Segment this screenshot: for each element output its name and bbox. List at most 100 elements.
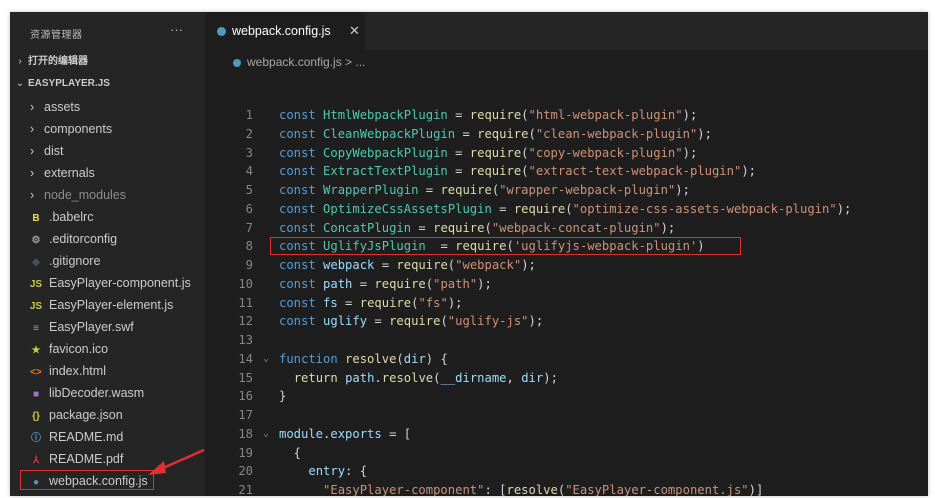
tree-item-label: README.md — [49, 430, 124, 444]
code-line: 19 { — [205, 444, 928, 463]
chevron-right-icon: › — [30, 100, 35, 114]
line-number: 13 — [238, 333, 253, 347]
fold-chevron-icon[interactable]: ⌄ — [263, 350, 269, 369]
line-number: 10 — [238, 276, 253, 291]
close-icon[interactable]: ✕ — [349, 12, 360, 50]
gear-icon: ⚙ — [31, 235, 41, 246]
highlight-box-line-8 — [270, 237, 741, 255]
code-text: const uglify = require("uglify-js"); — [279, 314, 544, 329]
code-line: 11 const fs = require("fs"); — [205, 294, 928, 313]
tree-item-dist[interactable]: › dist — [10, 140, 205, 162]
vscode-window: 资源管理器 ··· › 打开的编辑器 ⌄ EASYPLAYER.JS › assets… — [10, 12, 928, 496]
line-number: 6 — [245, 201, 253, 216]
code-line: 7 const ConcatPlugin = require("webpack-c… — [205, 219, 928, 238]
code-text: entry: { — [308, 464, 368, 479]
breadcrumb-text: webpack.config.js > ... — [247, 55, 366, 69]
wasm-icon: ■ — [32, 389, 40, 400]
line-number: 16 — [238, 389, 253, 404]
line-number: 19 — [238, 445, 253, 460]
pdf-icon: ⅄ — [32, 455, 40, 466]
code-text: const CleanWebpackPlugin = require("clea… — [279, 126, 712, 141]
line-number: 9 — [245, 258, 253, 272]
line-number: 4 — [245, 164, 253, 179]
tree-item-label: libDecoder.wasm — [49, 386, 145, 400]
code-line: 4 const ExtractTextPlugin = require("extr… — [205, 162, 928, 181]
line-number: 18 — [238, 426, 253, 441]
code-line: 6 const OptimizeCssAssetsPlugin = require… — [205, 200, 928, 219]
tree-item-libdecoder-wasm[interactable]: ■ libDecoder.wasm — [10, 382, 205, 404]
tree-item-easyplayer-element-js[interactable]: JS EasyPlayer-element.js — [10, 294, 205, 316]
project-section[interactable]: ⌄ EASYPLAYER.JS — [10, 74, 205, 94]
code-line: 15 return path.resolve(__dirname, dir); — [205, 369, 928, 388]
code-line: 21 "EasyPlayer-component": [resolve("Eas… — [205, 481, 928, 496]
line-number: 12 — [238, 314, 253, 329]
line-number: 2 — [245, 126, 253, 141]
tree-item-easyplayer-swf[interactable]: ≡ EasyPlayer.swf — [10, 316, 205, 338]
red-arrow-annotation — [148, 448, 205, 475]
explorer-sidebar: 资源管理器 ··· › 打开的编辑器 ⌄ EASYPLAYER.JS › assets… — [10, 12, 205, 496]
file-icon: ≡ — [33, 323, 39, 334]
tree-item-package-json[interactable]: {} package.json — [10, 404, 205, 426]
code-text: { — [279, 445, 302, 460]
code-text: const fs = require("fs"); — [279, 295, 463, 310]
chevron-right-icon: › — [30, 166, 35, 180]
chevron-down-icon: ⌄ — [15, 78, 25, 89]
tree-item-label: node_modules — [44, 188, 127, 202]
tree-item-readme-md[interactable]: ⓘ README.md — [10, 426, 205, 448]
code-text: module.exports = [ — [279, 426, 412, 441]
tab-label: webpack.config.js — [232, 24, 331, 38]
tree-item-label: dist — [44, 144, 64, 158]
tab-webpack-config[interactable]: webpack.config.js ✕ — [205, 12, 365, 50]
tree-item-label: README.pdf — [49, 452, 124, 466]
file-tree: › assets › components › dist › externals › node_m… — [10, 96, 205, 492]
open-editors-section[interactable]: › 打开的编辑器 — [10, 52, 205, 72]
code-line: 3 const CopyWebpackPlugin = require("copy… — [205, 144, 928, 163]
line-number: 14 — [238, 351, 253, 366]
js-icon: JS — [29, 301, 43, 312]
code-text: const ExtractTextPlugin = require("extra… — [279, 164, 756, 179]
tree-item-label: package.json — [49, 408, 123, 422]
tree-item-easyplayer-component-js[interactable]: JS EasyPlayer-component.js — [10, 272, 205, 294]
chevron-right-icon: › — [30, 144, 35, 158]
code-line: 20 entry: { — [205, 462, 928, 481]
tree-item-externals[interactable]: › externals — [10, 162, 205, 184]
tree-item-components[interactable]: › components — [10, 118, 205, 140]
code-text: const OptimizeCssAssetsPlugin = require(… — [279, 201, 852, 216]
tree-item-assets[interactable]: › assets — [10, 96, 205, 118]
line-number: 17 — [238, 408, 253, 422]
code-editor[interactable]: 1 const HtmlWebpackPlugin = require("html… — [205, 106, 928, 496]
tree-item-label: EasyPlayer.swf — [49, 320, 134, 334]
babel-icon: B — [32, 213, 40, 224]
info-icon: ⓘ — [31, 433, 41, 444]
code-line: 14 ⌄ function resolve(dir) { — [205, 350, 928, 369]
line-number: 7 — [245, 220, 253, 235]
code-text: return path.resolve(__dirname, dir); — [293, 370, 558, 385]
tree-item-label: favicon.ico — [49, 342, 109, 356]
line-number: 15 — [238, 370, 253, 385]
code-text: const WrapperPlugin = require("wrapper-w… — [279, 183, 690, 197]
more-actions-icon[interactable]: ··· — [170, 22, 183, 37]
tree-item-label: externals — [44, 166, 95, 180]
js-icon: JS — [29, 279, 43, 290]
breadcrumb[interactable]: webpack.config.js > ... — [205, 50, 928, 74]
tree-item-gitignore[interactable]: ◆ .gitignore — [10, 250, 205, 272]
code-line: 18 ⌄ module.exports = [ — [205, 425, 928, 444]
tree-item-favicon-ico[interactable]: ★ favicon.ico — [10, 338, 205, 360]
project-label: EASYPLAYER.JS — [28, 78, 110, 89]
code-text: function resolve(dir) { — [279, 351, 448, 366]
code-line: 13 — [205, 331, 928, 350]
line-number: 1 — [245, 108, 253, 122]
code-line: 12 const uglify = require("uglify-js"); — [205, 312, 928, 331]
fold-chevron-icon[interactable]: ⌄ — [263, 425, 269, 444]
tree-item-editorconfig[interactable]: ⚙ .editorconfig — [10, 228, 205, 250]
line-number: 20 — [238, 464, 253, 479]
code-line: 5 const WrapperPlugin = require("wrapper-… — [205, 181, 928, 200]
tree-item-label: .gitignore — [49, 254, 101, 268]
tree-item-node-modules[interactable]: › node_modules — [10, 184, 205, 206]
line-number: 5 — [245, 183, 253, 197]
line-number: 11 — [238, 295, 253, 310]
tree-item-index-html[interactable]: <> index.html — [10, 360, 205, 382]
tree-item-babelrc[interactable]: B .babelrc — [10, 206, 205, 228]
webpack-icon — [233, 58, 241, 67]
code-line: 2 const CleanWebpackPlugin = require("cle… — [205, 125, 928, 144]
